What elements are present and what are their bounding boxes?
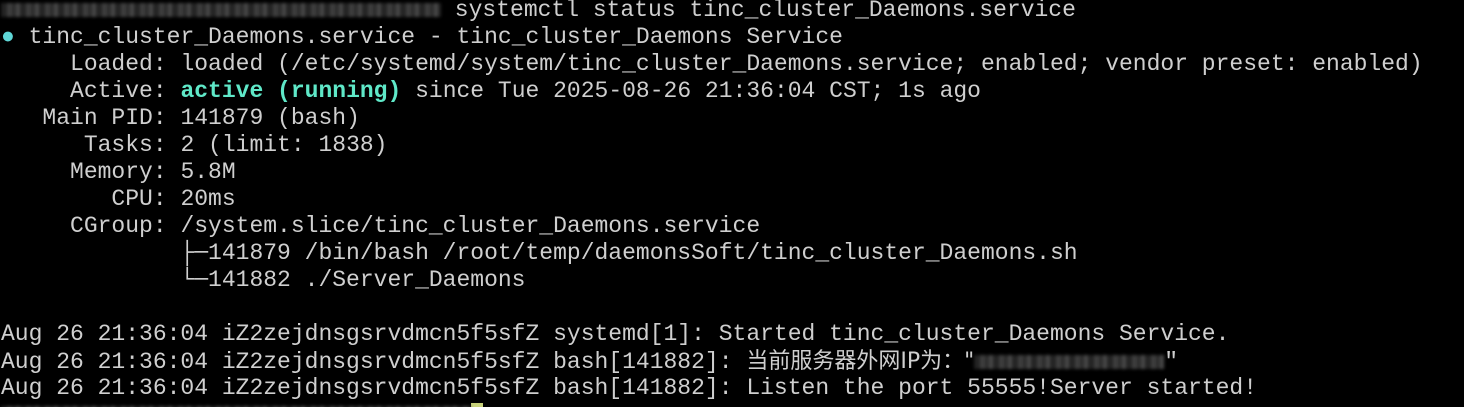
prompt-line: systemctl status tinc_cluster_Daemons.se… bbox=[1, 0, 1076, 24]
tasks-line: Tasks: 2 (limit: 1838) bbox=[1, 132, 388, 159]
log-line: Aug 26 21:36:04 iZ2zejdnsgsrvdmcn5f5sfZ … bbox=[1, 321, 1230, 347]
loaded-label: Loaded: bbox=[1, 51, 181, 77]
service-header: tinc_cluster_Daemons.service - tinc_clus… bbox=[14, 24, 843, 50]
next-prompt-line bbox=[1, 400, 483, 407]
loaded-value: loaded (/etc/systemd/system/tinc_cluster… bbox=[180, 51, 1423, 77]
cpu-value: 20ms bbox=[180, 186, 236, 212]
cpu-line: CPU: 20ms bbox=[1, 186, 236, 213]
cursor-icon[interactable] bbox=[471, 402, 483, 407]
active-since: since Tue 2025-08-26 21:36:04 CST; 1s ag… bbox=[401, 78, 981, 104]
status-bullet-icon: ● bbox=[1, 24, 15, 50]
service-header-line: ● tinc_cluster_Daemons.service - tinc_cl… bbox=[1, 24, 843, 51]
cgroup-tree-item: └─141882 ./Server_Daemons bbox=[1, 267, 526, 293]
active-label: Active: bbox=[1, 78, 181, 104]
memory-value: 5.8M bbox=[180, 159, 236, 185]
tasks-label: Tasks: bbox=[1, 132, 181, 158]
cpu-label: CPU: bbox=[1, 186, 181, 212]
main-pid-line: Main PID: 141879 (bash) bbox=[1, 105, 360, 132]
loaded-line: Loaded: loaded (/etc/systemd/system/tinc… bbox=[1, 51, 1423, 78]
main-pid-label: Main PID: bbox=[1, 105, 181, 131]
terminal-window[interactable]: systemctl status tinc_cluster_Daemons.se… bbox=[0, 0, 1464, 407]
cgroup-tree-item: ├─141879 /bin/bash /root/temp/daemonsSof… bbox=[1, 240, 1078, 266]
prompt-command: systemctl status tinc_cluster_Daemons.se… bbox=[441, 0, 1076, 23]
log-text: Aug 26 21:36:04 iZ2zejdnsgsrvdmcn5f5sfZ … bbox=[1, 349, 747, 375]
memory-line: Memory: 5.8M bbox=[1, 159, 236, 186]
active-line: Active: active (running) since Tue 2025-… bbox=[1, 78, 981, 105]
cgroup-value: /system.slice/tinc_cluster_Daemons.servi… bbox=[180, 213, 761, 239]
main-pid-value: 141879 (bash) bbox=[180, 105, 360, 131]
redacted-ip bbox=[974, 354, 1165, 369]
cgroup-label: CGroup: bbox=[1, 213, 181, 239]
memory-label: Memory: bbox=[1, 159, 181, 185]
cgroup-line: CGroup: /system.slice/tinc_cluster_Daemo… bbox=[1, 213, 760, 240]
log-ip-suffix: " bbox=[1164, 349, 1179, 375]
active-state: active (running) bbox=[180, 78, 402, 104]
log-ip-prefix: 当前服务器外网IP为：" bbox=[746, 349, 975, 374]
redacted-prompt bbox=[1, 2, 441, 17]
tasks-value: 2 (limit: 1838) bbox=[180, 132, 388, 158]
log-line: Aug 26 21:36:04 iZ2zejdnsgsrvdmcn5f5sfZ … bbox=[1, 348, 1178, 375]
log-line: Aug 26 21:36:04 iZ2zejdnsgsrvdmcn5f5sfZ … bbox=[1, 375, 1258, 401]
